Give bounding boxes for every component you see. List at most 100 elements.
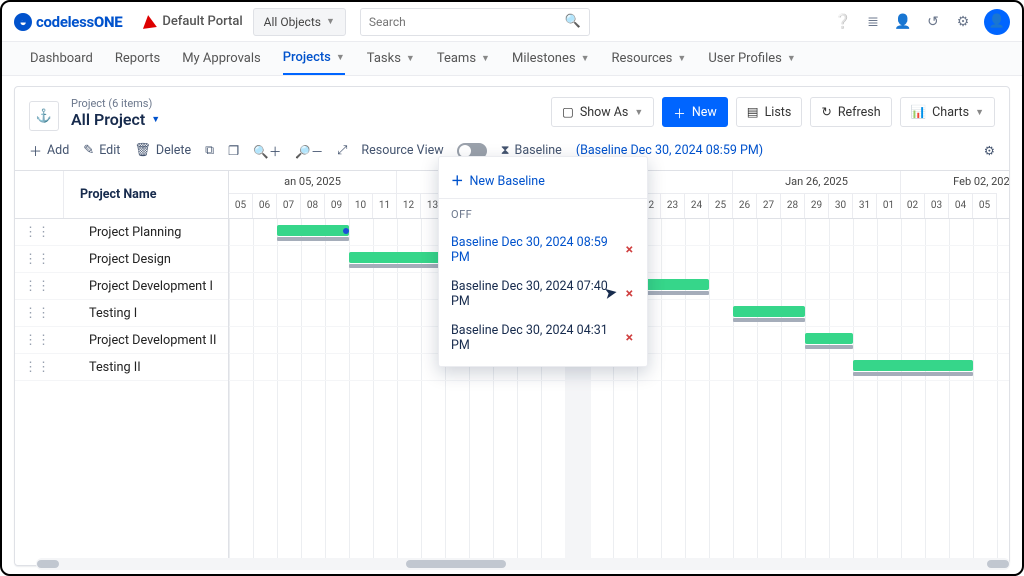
drag-handle-icon[interactable]: ⋮⋮: [15, 333, 59, 348]
delete-baseline-icon[interactable]: ×: [624, 330, 635, 346]
gantt-bar[interactable]: [805, 333, 853, 344]
pencil-icon: ✎: [83, 143, 94, 158]
search-icon: 🔍: [565, 14, 581, 29]
lists-button[interactable]: ▤Lists: [736, 97, 803, 127]
project-name-cell: Project Planning: [59, 225, 228, 240]
delete-baseline-icon[interactable]: ×: [624, 286, 635, 302]
chevron-down-icon: ▼: [787, 53, 796, 64]
plus-icon: ＋: [451, 174, 464, 189]
horizontal-scrollbar[interactable]: [36, 558, 1010, 566]
day-header: 29: [805, 193, 829, 218]
trash-icon: 🗑: [134, 143, 151, 158]
columns-icon: ▢: [562, 104, 574, 120]
baseline-bar: [733, 318, 805, 322]
nav-milestones[interactable]: Milestones▼: [512, 42, 590, 75]
day-header: 30: [829, 193, 853, 218]
drag-handle-icon[interactable]: ⋮⋮: [15, 360, 59, 375]
chevron-down-icon: ▼: [634, 107, 643, 118]
table-row[interactable]: ⋮⋮Testing II: [15, 354, 228, 381]
gear-icon[interactable]: ⚙: [954, 13, 972, 31]
plus-icon: ＋: [673, 103, 686, 122]
new-button[interactable]: ＋New: [662, 97, 727, 127]
show-as-button[interactable]: ▢Show As▼: [551, 97, 654, 127]
day-header: 01: [877, 193, 901, 218]
table-row[interactable]: ⋮⋮Testing I: [15, 300, 228, 327]
table-row[interactable]: ⋮⋮Project Design: [15, 246, 228, 273]
new-baseline-item[interactable]: ＋New Baseline: [439, 163, 647, 196]
help-icon[interactable]: ❔: [834, 13, 852, 31]
baseline-dropdown: ＋New Baseline OFF Baseline Dec 30, 2024 …: [438, 156, 648, 367]
nav-projects[interactable]: Projects▼: [283, 42, 345, 75]
refresh-button[interactable]: ↻Refresh: [810, 97, 891, 127]
duplicate-icon[interactable]: ❐: [228, 143, 239, 159]
scrollbar-thumb[interactable]: [406, 560, 506, 566]
nav-reports[interactable]: Reports: [115, 42, 160, 75]
scrollbar-thumb[interactable]: [987, 560, 1009, 566]
chevron-down-icon: ▼: [975, 107, 984, 118]
copy-icon[interactable]: ⧉: [205, 143, 214, 158]
anchor-icon[interactable]: ⚓: [29, 101, 59, 131]
chevron-down-icon: ▼: [406, 53, 415, 64]
breadcrumb: Project (6 items): [71, 97, 160, 110]
view-title[interactable]: All Project▼: [71, 110, 160, 129]
global-search[interactable]: 🔍: [360, 8, 590, 36]
delete-button[interactable]: 🗑Delete: [134, 143, 191, 158]
user-settings-icon[interactable]: 👤: [894, 13, 912, 31]
delete-baseline-icon[interactable]: ×: [624, 242, 635, 258]
history-icon[interactable]: ↺: [924, 13, 942, 31]
charts-icon: 📊: [911, 105, 927, 120]
edit-button[interactable]: ✎Edit: [83, 143, 120, 158]
baseline-bar: [277, 237, 349, 241]
chevron-down-icon: ▼: [581, 53, 590, 64]
portal-switcher[interactable]: Default Portal: [142, 14, 242, 29]
add-button[interactable]: ＋Add: [29, 141, 69, 160]
main-nav: Dashboard Reports My Approvals Projects▼ Tas…: [2, 42, 1022, 76]
project-name-cell: Testing II: [59, 360, 228, 375]
day-header: 07: [277, 193, 301, 218]
day-header: 24: [685, 193, 709, 218]
search-input[interactable]: [369, 15, 565, 29]
portal-icon: [142, 14, 158, 29]
baseline-off-item[interactable]: OFF: [439, 201, 647, 228]
nav-teams[interactable]: Teams▼: [437, 42, 490, 75]
list-icon: ▤: [747, 104, 759, 120]
drag-handle-icon[interactable]: ⋮⋮: [15, 279, 59, 294]
gantt-bar[interactable]: [733, 306, 805, 317]
week-header: an 05, 2025: [229, 171, 397, 193]
nav-user-profiles[interactable]: User Profiles▼: [708, 42, 795, 75]
scrollbar-thumb[interactable]: [37, 560, 59, 566]
table-row[interactable]: ⋮⋮Project Development I: [15, 273, 228, 300]
baseline-bar: [805, 345, 853, 349]
brand-logo[interactable]: ◒ codelessONE: [14, 13, 122, 31]
avatar[interactable]: 👤: [984, 9, 1010, 35]
project-name-cell: Project Design: [59, 252, 228, 267]
baseline-item[interactable]: Baseline Dec 30, 2024 08:59 PM×: [439, 228, 647, 272]
table-row[interactable]: ⋮⋮Project Planning: [15, 219, 228, 246]
gantt-bar[interactable]: [277, 225, 349, 236]
nav-my-approvals[interactable]: My Approvals: [182, 42, 261, 75]
nav-tasks[interactable]: Tasks▼: [367, 42, 415, 75]
nav-resources[interactable]: Resources▼: [612, 42, 687, 75]
expand-icon[interactable]: ⤢: [337, 143, 347, 158]
zoom-in-icon[interactable]: 🔍＋: [253, 141, 281, 160]
object-selector[interactable]: All Objects ▼: [253, 8, 346, 36]
chevron-down-icon: ▼: [481, 53, 490, 64]
chevron-down-icon: ▼: [151, 114, 160, 125]
table-row[interactable]: ⋮⋮Project Development II: [15, 327, 228, 354]
charts-button[interactable]: 📊Charts▼: [900, 97, 995, 127]
data-icon[interactable]: ≣: [864, 13, 882, 31]
chevron-down-icon: ▼: [336, 52, 345, 63]
card-header: ⚓ Project (6 items) All Project▼ ▢Show A…: [15, 87, 1009, 135]
baseline-item[interactable]: Baseline Dec 30, 2024 04:31 PM×: [439, 316, 647, 360]
drag-handle-icon[interactable]: ⋮⋮: [15, 252, 59, 267]
day-header: 05: [229, 193, 253, 218]
zoom-out-icon[interactable]: 🔎－: [295, 141, 323, 160]
nav-dashboard[interactable]: Dashboard: [30, 42, 93, 75]
baseline-bar: [853, 372, 973, 376]
drag-handle-icon[interactable]: ⋮⋮: [15, 225, 59, 240]
day-header: 03: [925, 193, 949, 218]
gantt-bar[interactable]: [853, 360, 973, 371]
gantt-settings-icon[interactable]: ⚙: [984, 143, 995, 159]
drag-handle-icon[interactable]: ⋮⋮: [15, 306, 59, 321]
project-name-cell: Project Development II: [59, 333, 228, 348]
